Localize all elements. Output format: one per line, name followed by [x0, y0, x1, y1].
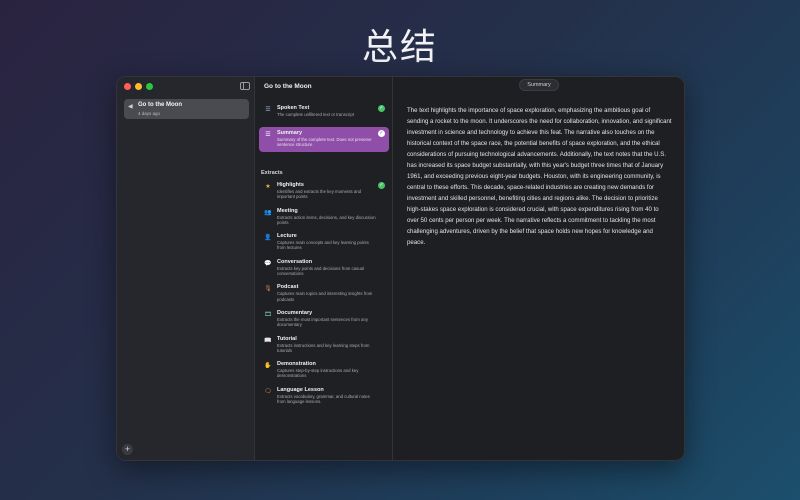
check-icon: ✓ — [378, 130, 385, 137]
chat-bubbles-icon: 💬 — [264, 260, 272, 267]
recording-item[interactable]: ◀ Go to the Moon 4 days ago — [124, 99, 249, 119]
people-icon: 👥 — [264, 209, 272, 216]
text-doc-icon: ☰ — [265, 107, 271, 113]
output-list-panel: Go to the Moon ☰ Spoken Text The complet… — [255, 77, 393, 460]
summary-icon: ☰ — [265, 132, 271, 138]
output-description: The complete unfiltered text or transcri… — [277, 112, 354, 117]
extract-description: Identifies and extracts the key moments … — [277, 189, 362, 200]
recording-date: 4 days ago — [138, 111, 161, 116]
sidebar: ◀ Go to the Moon 4 days ago + — [117, 77, 255, 460]
zoom-window-button[interactable] — [146, 83, 153, 90]
recording-title: Go to the Moon — [138, 102, 182, 108]
output-description: Summary of the complete text. Does not p… — [277, 137, 372, 148]
extract-podcast[interactable]: 🎙 Podcast Captures main topics and interes… — [259, 281, 389, 305]
extract-label: Highlights — [277, 182, 304, 188]
check-icon: ✓ — [378, 105, 385, 112]
extract-label: Demonstration — [277, 361, 316, 368]
extract-language-lesson[interactable]: 🗨 Language Lesson Extracts vocabulary, gra… — [259, 384, 389, 408]
extract-label: Conversation — [277, 258, 313, 265]
minimize-window-button[interactable] — [135, 83, 142, 90]
extract-label: Meeting — [277, 207, 298, 214]
extract-meeting[interactable]: 👥 Meeting Extracts action items, decisions… — [259, 205, 389, 229]
extract-description: Captures step-by-step instructions and k… — [277, 368, 359, 379]
extract-lecture[interactable]: 👤 Lecture Captures main concepts and key l… — [259, 230, 389, 254]
extract-demonstration[interactable]: ✋ Demonstration Captures step-by-step inst… — [259, 358, 389, 382]
extract-description: Extracts vocabulary, grammar, and cultur… — [277, 393, 370, 405]
extract-label: Tutorial — [277, 335, 297, 342]
film-icon: 🎞 — [264, 312, 272, 318]
app-window: ◀ Go to the Moon 4 days ago + Go to the … — [116, 76, 685, 461]
extract-description: Extracts action items, decisions, and ke… — [277, 214, 376, 225]
window-controls — [124, 83, 153, 90]
extract-highlights[interactable]: ★ Highlights Identifies and extracts the k… — [259, 179, 389, 203]
microphone-icon: 🎙 — [264, 286, 272, 293]
star-icon: ★ — [265, 184, 271, 190]
summary-tab[interactable]: Summary — [519, 79, 559, 91]
extract-description: Captures main topics and interesting ins… — [277, 291, 373, 302]
check-icon: ✓ — [378, 182, 385, 189]
content-panel: Summary The text highlights the importan… — [393, 77, 684, 460]
promo-headline: 总结 — [361, 27, 438, 68]
output-spoken-text[interactable]: ☰ Spoken Text The complete unfiltered te… — [259, 102, 389, 126]
hand-icon: ✋ — [264, 363, 272, 370]
speech-icon: 🗨 — [264, 388, 272, 395]
add-recording-button[interactable]: + — [122, 444, 133, 455]
extract-conversation[interactable]: 💬 Conversation Extracts key points and dec… — [259, 256, 389, 280]
person-icon: 👤 — [264, 235, 272, 242]
extract-description: Extracts instructions and key learning s… — [277, 342, 370, 353]
waveform-icon: ◀ — [128, 104, 133, 110]
extract-tutorial[interactable]: 📖 Tutorial Extracts instructions and key l… — [259, 333, 389, 357]
extract-label: Podcast — [277, 284, 299, 291]
extracts-heading: Extracts — [261, 170, 283, 176]
extract-documentary[interactable]: 🎞 Documentary Extracts the most important … — [259, 307, 389, 331]
extract-description: Captures main concepts and key learning … — [277, 240, 369, 251]
extract-label: Documentary — [277, 310, 313, 316]
close-window-button[interactable] — [124, 83, 131, 90]
summary-text: The text highlights the importance of sp… — [407, 107, 672, 246]
extract-label: Language Lesson — [277, 386, 324, 393]
extract-description: Extracts key points and decisions from c… — [277, 265, 364, 277]
extract-description: Extracts the most important sentences fr… — [277, 317, 368, 328]
book-icon: 📖 — [264, 337, 272, 344]
output-label: Spoken Text — [277, 105, 310, 111]
extract-label: Lecture — [277, 233, 297, 240]
output-summary[interactable]: ☰ Summary Summary of the complete text. … — [259, 127, 389, 152]
sidebar-toggle-icon[interactable] — [240, 82, 250, 90]
output-label: Summary — [277, 130, 303, 136]
document-title: Go to the Moon — [264, 83, 312, 90]
